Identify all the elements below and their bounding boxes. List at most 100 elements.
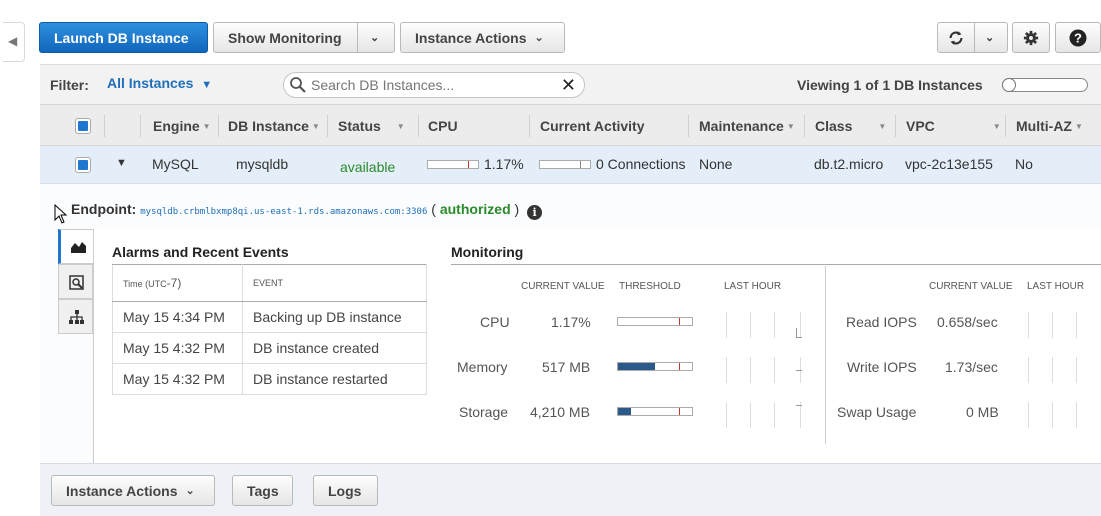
endpoint-url[interactable]: mysqldb.crbmlbxmp8qi.us-east-1.rds.amazo… (140, 207, 427, 217)
chevron-down-icon: ⌄ (370, 32, 380, 44)
instance-actions-bottom-button[interactable]: Instance Actions ⌄ (51, 475, 215, 506)
col-multi-az-label: Multi-AZ (1016, 118, 1072, 134)
col-class[interactable]: Class ▼ (815, 118, 886, 134)
col-multi-az[interactable]: Multi-AZ ▼ (1016, 118, 1083, 134)
metric-read-iops-label: Read IOPS (846, 314, 917, 330)
chevron-left-icon: ◀ (8, 34, 18, 48)
settings-button[interactable] (1012, 22, 1050, 53)
table-header: Engine ▼ DB Instance ▼ Status ▼ CPU Current… (40, 104, 1101, 146)
instance-actions-button[interactable]: Instance Actions ⌄ (400, 22, 565, 53)
metric-write-iops-label: Write IOPS (847, 359, 917, 375)
metric-swap-usage-value: 0 MB (966, 404, 999, 420)
col-vpc-label: VPC (906, 118, 935, 134)
table-row: May 15 4:32 PM DB instance restarted (112, 363, 427, 395)
activity-mini-bar (539, 160, 591, 169)
event-text: DB instance created (242, 332, 427, 364)
hdr-threshold: THRESHOLD (619, 281, 681, 292)
launch-db-instance-button[interactable]: Launch DB Instance (39, 22, 208, 53)
col-maintenance-label: Maintenance (699, 118, 784, 134)
table-row[interactable]: ▼ MySQL mysqldb available 1.17% 0 Connec… (40, 146, 1101, 184)
details-action-bar: Instance Actions ⌄ Tags Logs (40, 463, 1101, 516)
read-iops-sparkline[interactable] (1028, 312, 1098, 338)
cpu-last-hour-sparkline[interactable] (726, 312, 802, 338)
col-time: Time (UTC-7) (112, 264, 243, 302)
authorized-status[interactable]: authorized (440, 201, 511, 217)
col-maintenance[interactable]: Maintenance ▼ (699, 118, 795, 134)
chevron-down-icon: ⌄ (185, 485, 195, 497)
launch-button-label: Launch DB Instance (54, 29, 189, 46)
collapse-panel-tab[interactable]: ◀ (3, 22, 25, 62)
event-time: May 15 4:32 PM (112, 363, 243, 395)
write-iops-sparkline[interactable] (1028, 357, 1098, 383)
tags-button-label: Tags (247, 482, 279, 499)
tab-topology[interactable] (58, 299, 93, 334)
info-icon[interactable]: i (527, 205, 543, 220)
col-db-instance-label: DB Instance (228, 118, 309, 134)
search-box: ✕ (283, 72, 585, 98)
instance-actions-bottom-label: Instance Actions (66, 482, 178, 499)
col-engine-label: Engine (153, 118, 200, 134)
help-icon: ? (1069, 29, 1087, 46)
row-class: db.t2.micro (814, 156, 884, 172)
table-row: May 15 4:32 PM DB instance created (112, 332, 427, 364)
row-engine: MySQL (152, 156, 199, 172)
col-cpu-label: CPU (428, 118, 458, 134)
search-icon (290, 77, 306, 93)
gear-icon (1023, 30, 1039, 45)
col-cpu[interactable]: CPU (428, 118, 458, 134)
toggle-slider[interactable] (1002, 78, 1088, 92)
clear-search-icon[interactable]: ✕ (561, 75, 576, 96)
slider-knob[interactable] (1002, 78, 1016, 92)
metric-storage-value: 4,210 MB (530, 404, 590, 420)
logs-button[interactable]: Logs (313, 475, 378, 506)
col-engine[interactable]: Engine ▼ (153, 118, 211, 134)
help-button[interactable]: ? (1055, 22, 1101, 53)
endpoint-line: Endpoint: mysqldb.crbmlbxmp8qi.us-east-1… (71, 201, 543, 220)
hdr-current-value: CURRENT VALUE (521, 281, 605, 292)
instance-actions-label: Instance Actions (415, 29, 527, 46)
metric-storage-label: Storage (459, 404, 509, 420)
col-vpc[interactable]: VPC ▼ (906, 118, 1001, 134)
mouse-cursor-icon (54, 204, 68, 224)
memory-last-hour-sparkline[interactable] (726, 357, 802, 383)
monitoring-title: Monitoring (451, 244, 524, 260)
row-activity: 0 Connections (596, 156, 686, 172)
tab-monitoring[interactable] (58, 229, 93, 264)
endpoint-label: Endpoint: (71, 201, 137, 217)
tags-button[interactable]: Tags (232, 475, 293, 506)
auth-open-paren: ( (431, 201, 436, 217)
col-status[interactable]: Status ▼ (338, 118, 405, 134)
metric-cpu-label: CPU (480, 314, 510, 330)
filter-select[interactable]: All Instances ▼ (107, 75, 212, 91)
metric-memory-label: Memory (457, 359, 508, 375)
storage-threshold-bar (617, 407, 693, 416)
col-current-activity[interactable]: Current Activity (540, 118, 645, 134)
filter-selected-value: All Instances (107, 75, 194, 91)
select-all-checkbox[interactable] (75, 118, 91, 134)
memory-threshold-bar (617, 362, 693, 371)
event-text: Backing up DB instance (242, 301, 427, 333)
expand-row-icon[interactable]: ▼ (116, 157, 127, 169)
col-class-label: Class (815, 118, 853, 134)
chevron-down-icon: ⌄ (985, 32, 995, 44)
show-monitoring-button[interactable]: Show Monitoring (213, 22, 358, 53)
col-time-offset: -7) (166, 276, 182, 290)
row-vpc[interactable]: vpc-2c13e155 (905, 156, 993, 172)
col-db-instance[interactable]: DB Instance ▼ (228, 118, 320, 134)
col-time-label: Time ( (123, 279, 149, 289)
row-checkbox[interactable] (75, 157, 91, 173)
swap-usage-sparkline[interactable] (1028, 402, 1098, 428)
col-event: EVENT (242, 264, 427, 302)
refresh-dropdown[interactable]: ⌄ (974, 22, 1008, 53)
table-row: May 15 4:34 PM Backing up DB instance (112, 301, 427, 333)
svg-text:?: ? (1074, 30, 1082, 45)
tab-details[interactable] (58, 264, 93, 299)
show-monitoring-dropdown[interactable]: ⌄ (357, 22, 395, 53)
refresh-button[interactable] (937, 22, 975, 53)
storage-last-hour-sparkline[interactable] (726, 402, 802, 428)
event-time: May 15 4:32 PM (112, 332, 243, 364)
alarms-table: Time (UTC-7) EVENT May 15 4:34 PM Backing… (112, 264, 427, 395)
row-db-instance[interactable]: mysqldb (236, 156, 288, 172)
row-cpu: 1.17% (484, 156, 524, 172)
search-input[interactable] (309, 76, 549, 94)
